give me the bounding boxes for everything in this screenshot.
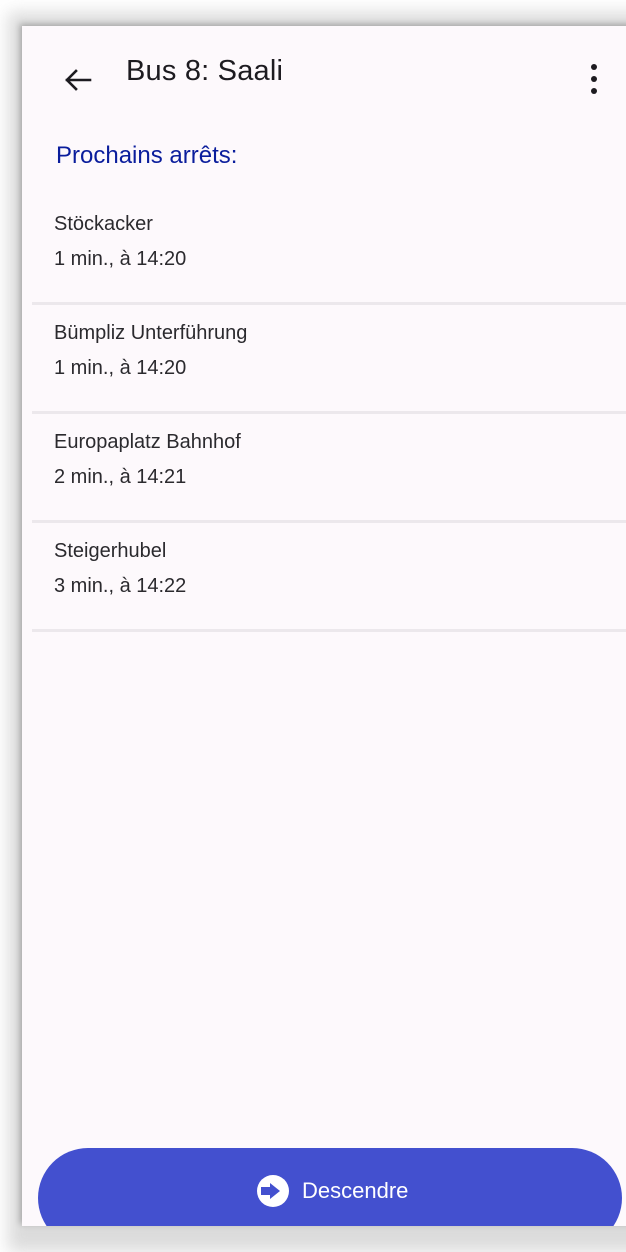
more-vert-icon-dot	[591, 88, 597, 94]
more-options-button[interactable]	[582, 60, 606, 100]
section-heading: Prochains arrêts:	[56, 142, 238, 169]
stop-time: 1 min., à 14:20	[54, 357, 187, 379]
descend-label: Descendre	[302, 1178, 409, 1203]
list-item[interactable]: Europaplatz Bahnhof 2 min., à 14:21	[32, 414, 626, 523]
list-item[interactable]: Stöckacker 1 min., à 14:20	[32, 196, 626, 305]
stop-time: 2 min., à 14:21	[54, 466, 187, 488]
exit-stop-icon	[257, 1175, 289, 1207]
stop-time: 1 min., à 14:20	[54, 248, 187, 270]
list-item[interactable]: Steigerhubel 3 min., à 14:22	[32, 523, 626, 632]
descend-button[interactable]: Descendre	[38, 1148, 622, 1226]
stop-time: 3 min., à 14:22	[54, 575, 187, 597]
more-vert-icon	[591, 64, 597, 70]
stop-name: Steigerhubel	[54, 540, 167, 562]
arrow-back-icon	[65, 69, 92, 91]
app-screen: Bus 8: Saali Prochains arrêts: Stöckacke…	[22, 26, 626, 1226]
page-title: Bus 8: Saali	[126, 55, 284, 87]
stop-list: Stöckacker 1 min., à 14:20 Bümpliz Unter…	[32, 196, 626, 632]
stop-name: Europaplatz Bahnhof	[54, 431, 241, 453]
list-item[interactable]: Bümpliz Unterführung 1 min., à 14:20	[32, 305, 626, 414]
stop-name: Stöckacker	[54, 213, 153, 235]
top-app-bar: Bus 8: Saali	[22, 26, 626, 126]
more-vert-icon-dot	[591, 76, 597, 82]
back-button[interactable]	[60, 62, 96, 98]
stop-name: Bümpliz Unterführung	[54, 322, 248, 344]
